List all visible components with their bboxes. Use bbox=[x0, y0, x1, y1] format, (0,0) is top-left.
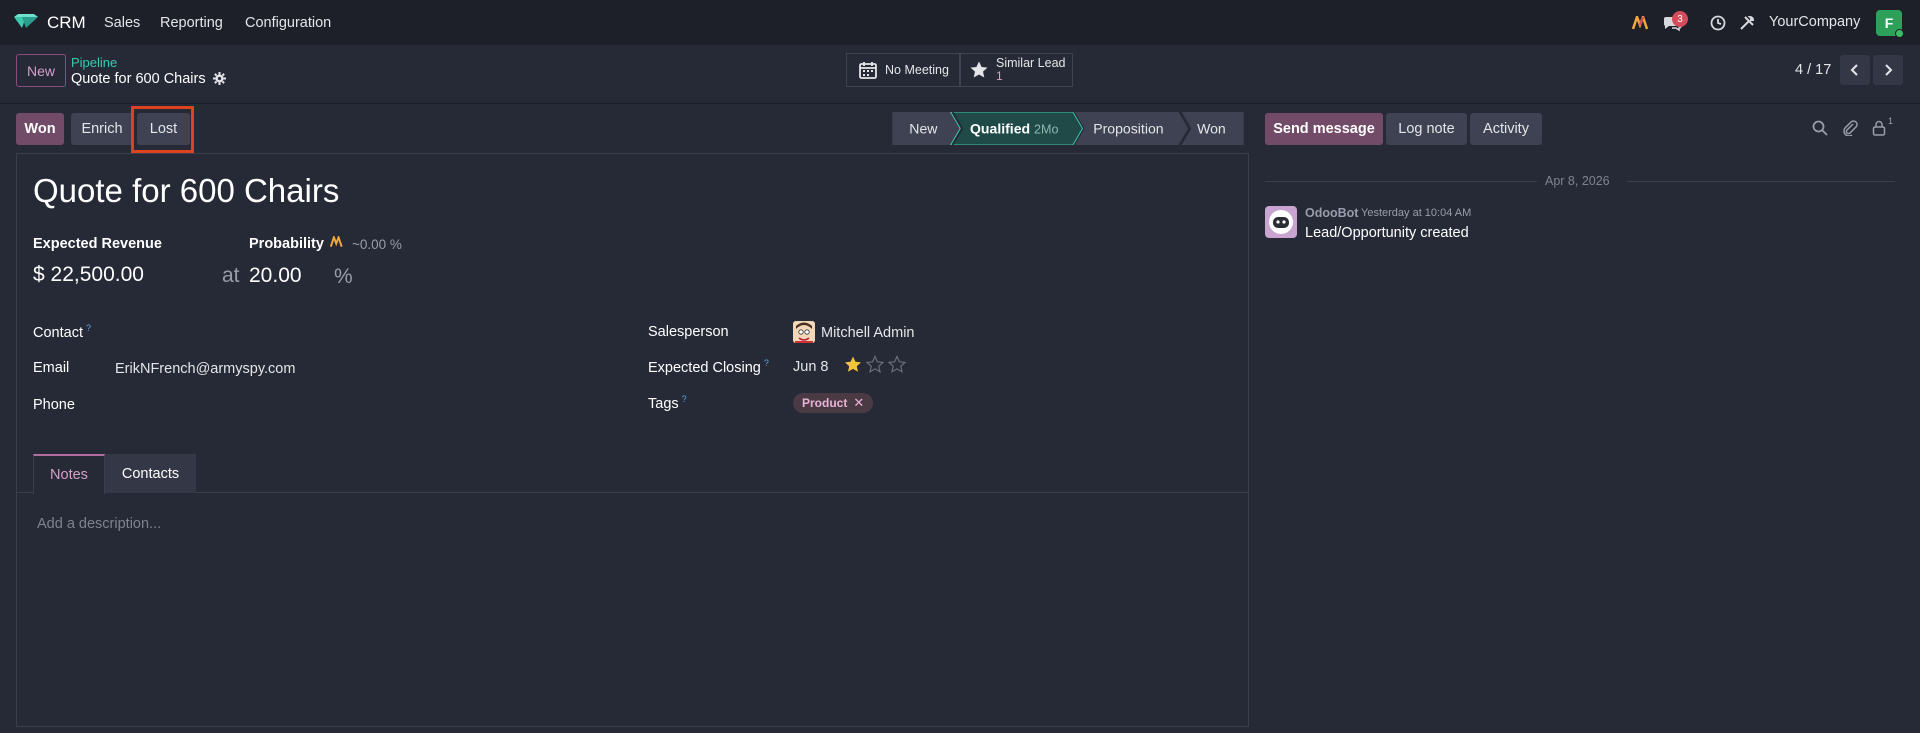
log-note-button[interactable]: Log note bbox=[1386, 113, 1467, 145]
date-separator: Apr 8, 2026 bbox=[1545, 174, 1610, 188]
app-name[interactable]: CRM bbox=[47, 13, 86, 33]
followers-count: 1 bbox=[1888, 116, 1894, 126]
tools-icon[interactable] bbox=[1737, 13, 1757, 33]
expected-closing-label: Expected Closing? bbox=[648, 358, 769, 376]
activity-button[interactable]: Activity bbox=[1470, 113, 1542, 145]
similar-lead-label: Similar Lead bbox=[996, 56, 1066, 70]
phone-label: Phone bbox=[33, 397, 75, 413]
ai-probability-icon bbox=[330, 236, 343, 247]
percent-sign: % bbox=[334, 265, 353, 288]
priority-stars[interactable] bbox=[843, 355, 907, 375]
ai-probability-value: ~0.00 % bbox=[352, 237, 402, 252]
search-icon[interactable] bbox=[1812, 120, 1828, 136]
contact-help[interactable]: ? bbox=[86, 323, 91, 333]
top-navbar: CRM Sales Reporting Configuration 3 Your… bbox=[0, 0, 1920, 45]
enrich-button[interactable]: Enrich bbox=[71, 113, 133, 145]
stage-bar: New Qualified 2Mo Proposition Won bbox=[892, 112, 1244, 145]
probability-field[interactable]: 20.00 bbox=[249, 264, 302, 288]
lost-button-highlight bbox=[131, 106, 194, 153]
lock-icon[interactable] bbox=[1872, 120, 1886, 136]
expected-closing-field[interactable]: Jun 8 bbox=[793, 359, 828, 375]
message-time: Yesterday at 10:04 AM bbox=[1361, 207, 1472, 219]
tab-notes[interactable]: Notes bbox=[33, 454, 105, 494]
tag-product-label: Product bbox=[802, 396, 848, 410]
at-label: at bbox=[222, 264, 240, 287]
menu-reporting[interactable]: Reporting bbox=[160, 15, 223, 31]
expected-revenue-label: Expected Revenue bbox=[33, 236, 162, 252]
pager-value[interactable]: 4 / 17 bbox=[1795, 62, 1831, 78]
star-empty-icon bbox=[865, 355, 885, 373]
clock-icon[interactable] bbox=[1708, 13, 1728, 33]
message-body: Lead/Opportunity created bbox=[1305, 225, 1469, 241]
star-filled-icon bbox=[845, 356, 861, 372]
menu-configuration[interactable]: Configuration bbox=[245, 15, 331, 31]
chevron-right-icon bbox=[1885, 64, 1893, 76]
presence-dot bbox=[1895, 29, 1904, 38]
tags-help[interactable]: ? bbox=[682, 394, 687, 404]
expected-revenue-field[interactable]: $ 22,500.00 bbox=[33, 263, 144, 287]
company-switcher[interactable]: YourCompany bbox=[1769, 14, 1860, 30]
tags-label: Tags? bbox=[648, 394, 687, 412]
stage-qualified-label: Qualified bbox=[970, 120, 1030, 136]
ai-assistant-icon[interactable] bbox=[1630, 13, 1652, 33]
tab-contacts[interactable]: Contacts bbox=[105, 454, 196, 493]
star-empty-icon bbox=[887, 355, 907, 373]
tag-remove-icon[interactable]: ✕ bbox=[853, 395, 864, 411]
description-field[interactable]: Add a description... bbox=[37, 516, 161, 532]
salesperson-field[interactable]: Mitchell Admin bbox=[821, 325, 914, 341]
chevron-left-icon bbox=[1850, 64, 1858, 76]
new-record-button[interactable]: New bbox=[16, 54, 66, 87]
pager-next-button[interactable] bbox=[1873, 55, 1903, 85]
similar-lead-count: 1 bbox=[996, 69, 1003, 83]
message-author[interactable]: OdooBot bbox=[1305, 206, 1358, 220]
tabs-divider bbox=[16, 492, 1249, 493]
opportunity-title[interactable]: Quote for 600 Chairs bbox=[33, 172, 339, 210]
pager-previous-button[interactable] bbox=[1840, 55, 1870, 85]
stage-duration: 2Mo bbox=[1034, 122, 1059, 136]
crm-app-icon[interactable] bbox=[12, 12, 40, 32]
messages-badge: 3 bbox=[1672, 11, 1688, 27]
stage-proposition-label: Proposition bbox=[1093, 120, 1163, 136]
email-field[interactable]: ErikNFrench@armyspy.com bbox=[115, 361, 295, 377]
menu-sales[interactable]: Sales bbox=[104, 15, 140, 31]
probability-label: Probability bbox=[249, 236, 324, 252]
send-message-button[interactable]: Send message bbox=[1265, 113, 1383, 145]
date-separator-line bbox=[1265, 181, 1537, 182]
tag-product[interactable]: Product ✕ bbox=[793, 393, 874, 413]
calendar-icon bbox=[859, 62, 877, 79]
email-label: Email bbox=[33, 360, 70, 376]
contact-label: Contact? bbox=[33, 323, 91, 341]
won-button[interactable]: Won bbox=[16, 113, 64, 145]
stage-new-label: New bbox=[909, 120, 938, 136]
salesperson-label: Salesperson bbox=[648, 324, 729, 340]
control-panel-divider bbox=[0, 103, 1920, 104]
expected-closing-help[interactable]: ? bbox=[764, 358, 769, 368]
date-separator-line bbox=[1627, 181, 1895, 182]
breadcrumb-current: Quote for 600 Chairs bbox=[71, 71, 206, 87]
gear-icon[interactable] bbox=[213, 72, 226, 85]
star-icon bbox=[970, 61, 988, 78]
meeting-label: No Meeting bbox=[885, 63, 949, 77]
odoobot-avatar[interactable] bbox=[1265, 206, 1297, 238]
breadcrumb-pipeline[interactable]: Pipeline bbox=[71, 55, 117, 70]
form-sheet bbox=[16, 153, 1249, 727]
similar-lead-smart-button[interactable]: Similar Lead 1 bbox=[960, 53, 1073, 87]
paperclip-icon[interactable] bbox=[1842, 120, 1858, 136]
salesperson-avatar bbox=[793, 321, 815, 343]
meeting-smart-button[interactable]: No Meeting bbox=[846, 53, 960, 87]
stage-won-label: Won bbox=[1197, 120, 1226, 136]
